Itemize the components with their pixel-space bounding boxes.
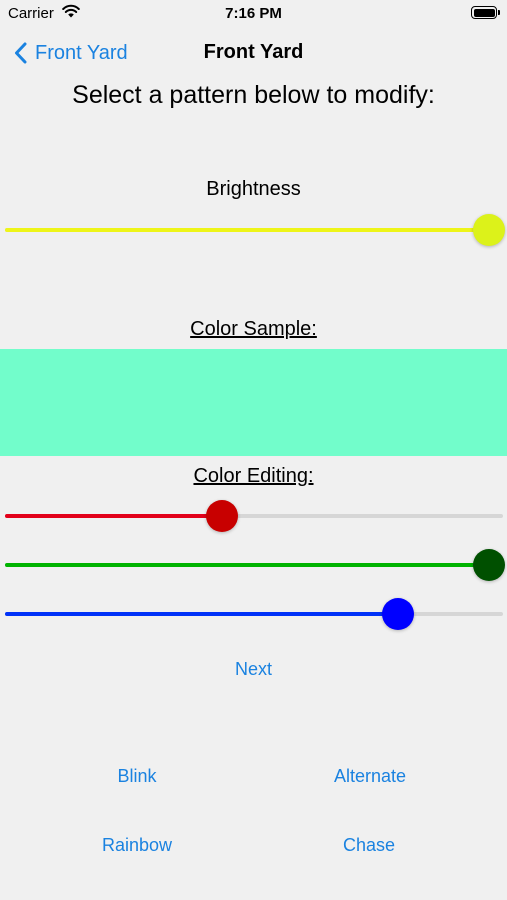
battery-nub bbox=[498, 10, 500, 15]
status-time: 7:16 PM bbox=[225, 5, 282, 22]
red-slider[interactable] bbox=[5, 500, 503, 532]
chase-button[interactable]: Chase bbox=[269, 835, 469, 856]
brightness-slider[interactable] bbox=[5, 214, 505, 246]
pattern-prompt: Select a pattern below to modify: bbox=[72, 81, 435, 109]
blue-slider-fill bbox=[5, 612, 399, 616]
brightness-slider-thumb[interactable] bbox=[473, 214, 505, 246]
green-slider[interactable] bbox=[5, 549, 505, 581]
green-slider-fill bbox=[5, 563, 489, 567]
blue-slider[interactable] bbox=[5, 598, 503, 630]
color-sample-label: Color Sample: bbox=[190, 318, 317, 340]
red-slider-thumb[interactable] bbox=[205, 500, 238, 532]
brightness-label: Brightness bbox=[206, 178, 301, 200]
green-slider-thumb[interactable] bbox=[473, 549, 505, 581]
blue-slider-thumb[interactable] bbox=[382, 598, 415, 630]
rainbow-button[interactable]: Rainbow bbox=[37, 835, 237, 856]
brightness-slider-fill bbox=[5, 228, 489, 232]
color-editing-label: Color Editing: bbox=[193, 465, 314, 487]
nav-title: Front Yard bbox=[203, 41, 304, 63]
red-slider-fill bbox=[5, 514, 222, 518]
next-button[interactable]: Next bbox=[0, 659, 507, 680]
color-sample-swatch bbox=[0, 349, 507, 456]
alternate-button[interactable]: Alternate bbox=[270, 766, 470, 787]
blink-button[interactable]: Blink bbox=[37, 766, 237, 787]
battery-icon bbox=[471, 6, 497, 19]
